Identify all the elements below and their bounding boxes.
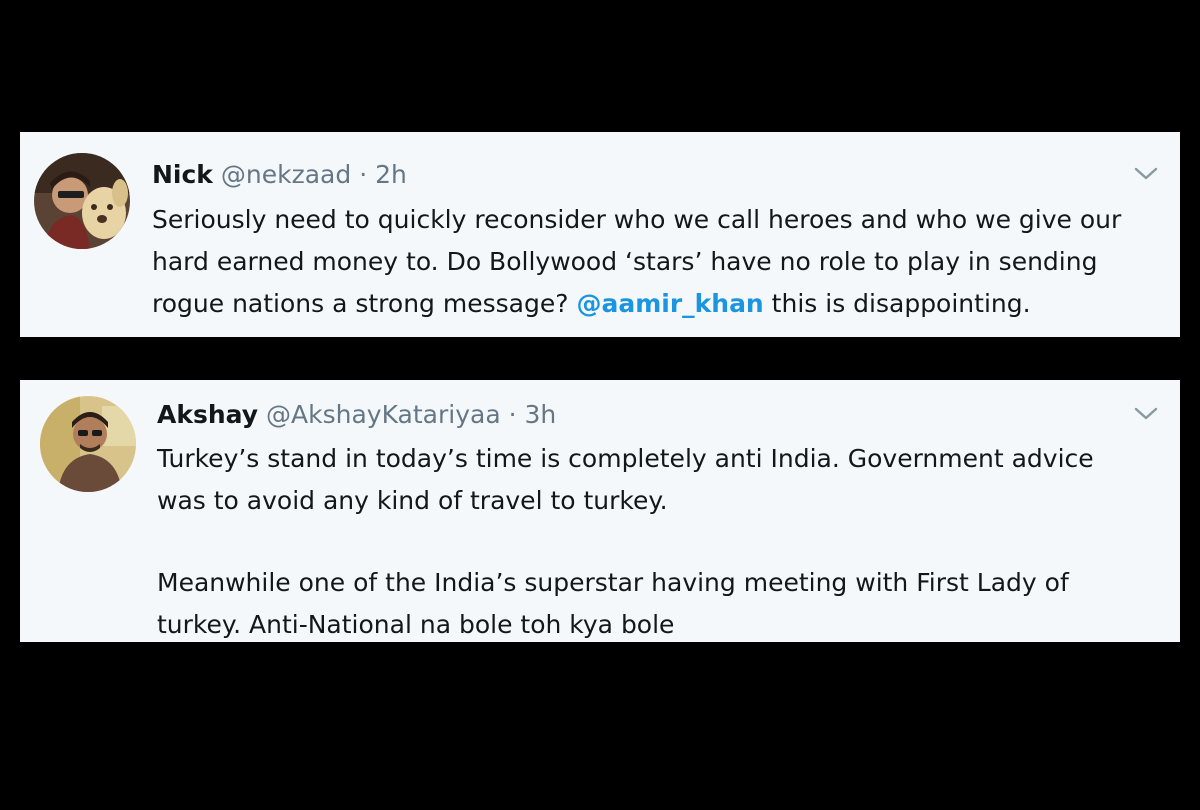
avatar[interactable] (40, 396, 136, 492)
tweet-text-segment: this is disappointing. (763, 289, 1031, 318)
tweet-card[interactable]: Nick @nekzaad · 2h Seriously need to qui… (20, 132, 1180, 337)
tweet-text: Turkey’s stand in today’s time is comple… (157, 438, 1157, 646)
user-name[interactable]: Nick (152, 160, 213, 189)
tweet-text-line: hard earned money to. Do Bollywood ‘star… (152, 247, 1098, 276)
profile-photo-icon (34, 153, 130, 249)
tweet-card[interactable]: Akshay @AkshayKatariyaa · 3h Turkey’s st… (20, 380, 1180, 642)
profile-photo-icon (40, 396, 136, 492)
tweet-text-line: turkey. Anti-National na bole toh kya bo… (157, 610, 675, 639)
mention-link[interactable]: @aamir_khan (576, 289, 763, 318)
tweet-text-line: was to avoid any kind of travel to turke… (157, 486, 668, 515)
chevron-down-icon[interactable] (1132, 164, 1160, 184)
tweet-text-line: Meanwhile one of the India’s superstar h… (157, 568, 1069, 597)
screenshot-canvas: Nick @nekzaad · 2h Seriously need to qui… (0, 0, 1200, 810)
tweet-text-line: Seriously need to quickly reconsider who… (152, 205, 1122, 234)
user-handle[interactable]: @nekzaad (221, 160, 351, 189)
tweet-text-line: rogue nations a strong message? @aamir_k… (152, 283, 1172, 325)
user-name[interactable]: Akshay (157, 400, 258, 429)
tweet-text-line: Turkey’s stand in today’s time is comple… (157, 444, 1094, 473)
avatar[interactable] (34, 153, 130, 249)
chevron-down-icon[interactable] (1132, 404, 1160, 424)
tweet-header: Akshay @AkshayKatariyaa · 3h (157, 400, 556, 430)
tweet-timestamp[interactable]: 3h (525, 400, 557, 429)
tweet-timestamp[interactable]: 2h (375, 160, 407, 189)
tweet-header: Nick @nekzaad · 2h (152, 160, 407, 190)
user-handle[interactable]: @AkshayKatariyaa (266, 400, 501, 429)
separator-dot: · (359, 160, 368, 189)
tweet-text: Seriously need to quickly reconsider who… (152, 199, 1172, 325)
separator-dot: · (508, 400, 517, 429)
tweet-text-segment: rogue nations a strong message? (152, 289, 577, 318)
